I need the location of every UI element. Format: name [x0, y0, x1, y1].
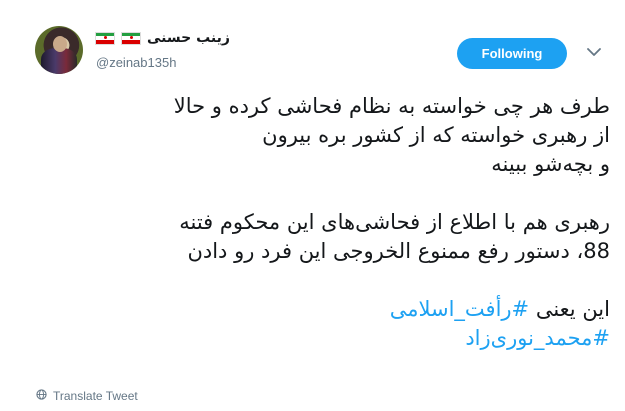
translate-tweet-link[interactable]: Translate Tweet	[36, 389, 138, 403]
iran-flag-icon	[121, 31, 141, 45]
tweet-line: رهبری هم با اطلاع از فحاشی‌های این محکوم…	[179, 210, 610, 234]
hashtag-link[interactable]: #رأفت_اسلامی	[390, 297, 529, 321]
tweet-paragraph: طرف هر چی خواسته به نظام فحاشی کرده و حا…	[40, 92, 610, 179]
user-handle[interactable]: @zeinab135h	[96, 55, 176, 70]
tweet-line: از رهبری خواسته که از کشور بره بیرون	[262, 123, 610, 147]
hashtag-link[interactable]: #محمد_نوری‌زاد	[465, 326, 610, 350]
display-name[interactable]: زینب حسنی	[147, 30, 230, 46]
tweet-text: طرف هر چی خواسته به نظام فحاشی کرده و حا…	[40, 92, 610, 353]
tweet-paragraph: رهبری هم با اطلاع از فحاشی‌های این محکوم…	[40, 208, 610, 266]
tweet-line: و بچه‌شو ببینه	[491, 152, 610, 176]
tweet-line: #محمد_نوری‌زاد	[40, 324, 610, 353]
tweet-line: این یعنی #رأفت_اسلامی	[40, 295, 610, 324]
tweet-paragraph: این یعنی #رأفت_اسلامی #محمد_نوری‌زاد	[40, 295, 610, 353]
chevron-down-icon[interactable]	[585, 43, 603, 61]
iran-flag-icon	[95, 31, 115, 45]
globe-icon	[36, 389, 47, 403]
translate-tweet-label[interactable]: Translate Tweet	[53, 389, 138, 403]
user-name-row[interactable]: زینب حسنی	[95, 30, 230, 46]
avatar[interactable]	[35, 26, 83, 74]
tweet-line: 88، دستور رفع ممنوع الخروجی این فرد رو د…	[187, 239, 610, 263]
tweet-line-prefix: این یعنی	[529, 297, 610, 321]
tweet-line: طرف هر چی خواسته به نظام فحاشی کرده و حا…	[173, 94, 610, 118]
following-button[interactable]: Following	[457, 38, 567, 69]
tweet-card: زینب حسنی @zeinab135h Following طرف هر چ…	[0, 0, 625, 411]
